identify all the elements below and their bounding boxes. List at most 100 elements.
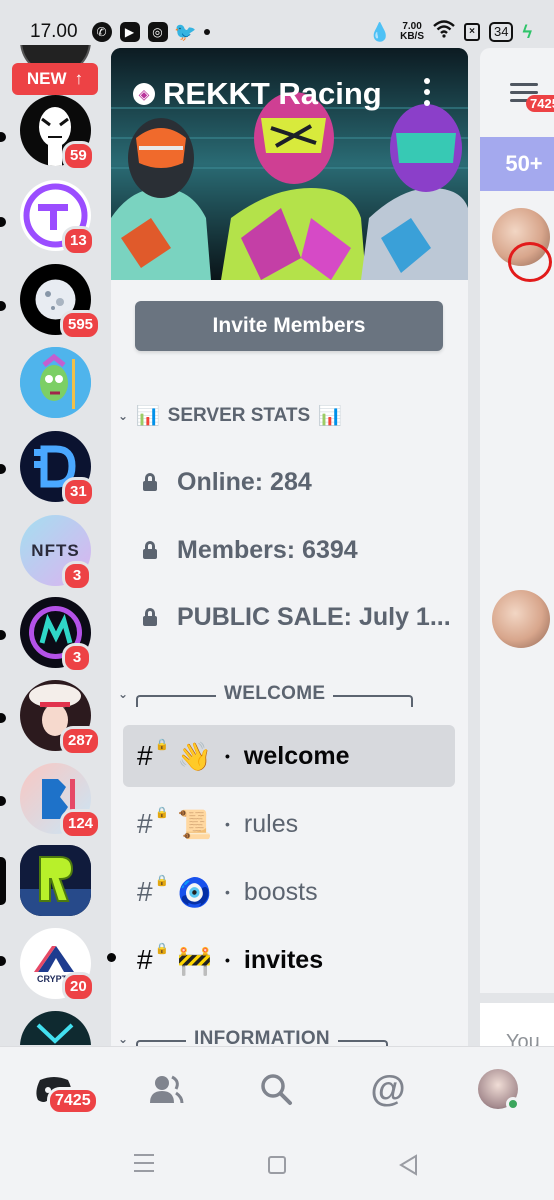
user-avatar[interactable] xyxy=(492,590,550,648)
unread-indicator xyxy=(0,217,6,227)
mention-badge: 31 xyxy=(62,477,95,507)
stat-label: PUBLIC SALE: July 1... xyxy=(177,602,451,631)
locked-channel-icon: # 🔒 xyxy=(137,739,169,771)
net-speed-unit: KB/S xyxy=(400,31,424,42)
channel-boosts[interactable]: # 🔒 🧿 • boosts xyxy=(123,861,455,923)
category-label: SERVER STATS xyxy=(167,405,311,426)
bar-chart-icon: 📊 xyxy=(318,406,342,427)
locked-channel-icon: # 🔒 xyxy=(137,943,169,975)
server-avatar[interactable] xyxy=(20,347,91,418)
unread-indicator xyxy=(0,796,6,806)
stat-channel-public-sale[interactable]: PUBLIC SALE: July 1... xyxy=(143,597,451,637)
server-banner[interactable]: ◈ REKKT Racing xyxy=(111,48,468,280)
status-time: 17.00 xyxy=(30,21,78,42)
category-information[interactable]: ⌄ INFORMATION xyxy=(118,1024,448,1048)
channel-name: boosts xyxy=(243,877,318,906)
category-server-stats[interactable]: ⌄ 📊 SERVER STATS 📊 xyxy=(118,401,342,431)
server-item[interactable]: 3 xyxy=(0,597,112,677)
arrow-up-icon: ↑ xyxy=(74,69,84,88)
server-item-selected[interactable] xyxy=(0,845,112,925)
locked-channel-icon: # 🔒 xyxy=(137,875,169,907)
online-status-icon xyxy=(506,1097,520,1111)
server-rail: 59 13 595 31 NFTS 3 3 287 124 CRYPTO 20 xyxy=(0,45,112,1045)
unread-indicator xyxy=(0,132,6,142)
stat-label: Members: 6394 xyxy=(177,535,358,564)
channel-welcome[interactable]: # 🔒 👋 • welcome xyxy=(123,725,455,787)
mention-badge: 59 xyxy=(62,141,95,171)
chevron-down-icon: ⌄ xyxy=(118,1032,129,1046)
channel-emoji: 👋 xyxy=(177,740,212,772)
channel-name: invites xyxy=(243,945,324,974)
bracket-left xyxy=(136,695,216,707)
unread-indicator xyxy=(0,713,6,723)
unread-indicator xyxy=(0,956,6,966)
locked-channel-icon: # 🔒 xyxy=(137,807,169,839)
new-messages-bar[interactable]: 50+ xyxy=(480,137,554,191)
wifi-icon xyxy=(433,20,455,44)
system-navigation-bar xyxy=(0,1132,554,1200)
separator-dot: • xyxy=(225,748,230,764)
server-avatar-partial[interactable] xyxy=(20,1011,91,1045)
youtube-icon: ▶ xyxy=(119,22,140,42)
invite-members-button[interactable]: Invite Members xyxy=(135,301,443,351)
channel-emoji: 🚧 xyxy=(177,944,212,976)
stat-channel-online[interactable]: Online: 284 xyxy=(143,462,312,502)
mention-badge: 3 xyxy=(62,643,92,673)
server-item[interactable]: 287 xyxy=(0,680,112,760)
channel-invites[interactable]: # 🔒 🚧 • invites xyxy=(123,929,455,991)
new-unreads-button[interactable]: NEW ↑ xyxy=(12,63,98,95)
server-item[interactable]: 13 xyxy=(0,180,112,260)
search-icon[interactable] xyxy=(256,1069,296,1109)
boost-gem-icon: ◈ xyxy=(133,83,155,105)
channel-emoji: 📜 xyxy=(177,808,212,840)
home-mention-badge: 7425 xyxy=(47,1087,99,1115)
channel-name: welcome xyxy=(243,741,350,770)
data-saver-icon: 💧 xyxy=(368,21,392,42)
mention-badge: 595 xyxy=(60,310,102,340)
new-label: NEW xyxy=(26,69,67,88)
server-item[interactable]: NFTS 3 xyxy=(0,515,112,595)
stat-channel-members[interactable]: Members: 6394 xyxy=(143,530,358,570)
mention-badge: 13 xyxy=(62,226,95,256)
bracket-right xyxy=(333,695,414,707)
profile-avatar[interactable] xyxy=(478,1069,520,1111)
app-root: 17.00 ✆ ▶ ◎ 🐦 💧 7.00 KB/S × 34 ϟ 59 13 5… xyxy=(0,0,554,1200)
server-name[interactable]: ◈ REKKT Racing xyxy=(133,76,382,112)
server-item[interactable]: CRYPTO 20 xyxy=(0,928,112,1008)
unread-indicator xyxy=(0,464,6,474)
lock-icon xyxy=(143,473,157,491)
back-icon[interactable] xyxy=(398,1154,418,1181)
separator-dot: • xyxy=(225,816,230,832)
server-item[interactable] xyxy=(0,347,112,427)
charging-icon: ϟ xyxy=(522,21,532,42)
mentions-icon[interactable]: @ xyxy=(368,1068,408,1109)
separator-dot: • xyxy=(225,952,230,968)
whatsapp-icon: ✆ xyxy=(91,22,112,42)
server-item[interactable]: 124 xyxy=(0,763,112,843)
highlight-circle xyxy=(508,242,552,282)
server-name-text: REKKT Racing xyxy=(163,76,382,111)
server-avatar[interactable] xyxy=(20,845,91,916)
lock-icon xyxy=(143,541,157,559)
bar-chart-icon: 📊 xyxy=(136,406,160,427)
server-item[interactable]: 59 xyxy=(0,95,112,175)
friends-icon[interactable] xyxy=(146,1069,186,1109)
home-square-icon[interactable] xyxy=(268,1156,286,1174)
channel-unread-dot xyxy=(107,953,116,962)
recents-icon[interactable] xyxy=(134,1154,154,1172)
category-welcome[interactable]: ⌄ WELCOME xyxy=(118,679,448,709)
unread-indicator xyxy=(0,301,6,311)
mention-badge: 20 xyxy=(62,972,95,1002)
mention-badge: 3 xyxy=(62,561,92,591)
server-item[interactable]: 595 xyxy=(0,264,112,344)
selected-indicator xyxy=(0,857,6,905)
more-notifications-icon xyxy=(203,29,210,35)
server-item[interactable]: 31 xyxy=(0,431,112,511)
server-options-icon[interactable] xyxy=(424,78,430,106)
sim-icon: × xyxy=(464,23,480,41)
channel-rules[interactable]: # 🔒 📜 • rules xyxy=(123,793,455,855)
category-label: WELCOME xyxy=(224,683,326,704)
server-logo-text: NFTS xyxy=(31,540,80,560)
lock-icon xyxy=(143,608,157,626)
chevron-down-icon: ⌄ xyxy=(118,687,129,701)
